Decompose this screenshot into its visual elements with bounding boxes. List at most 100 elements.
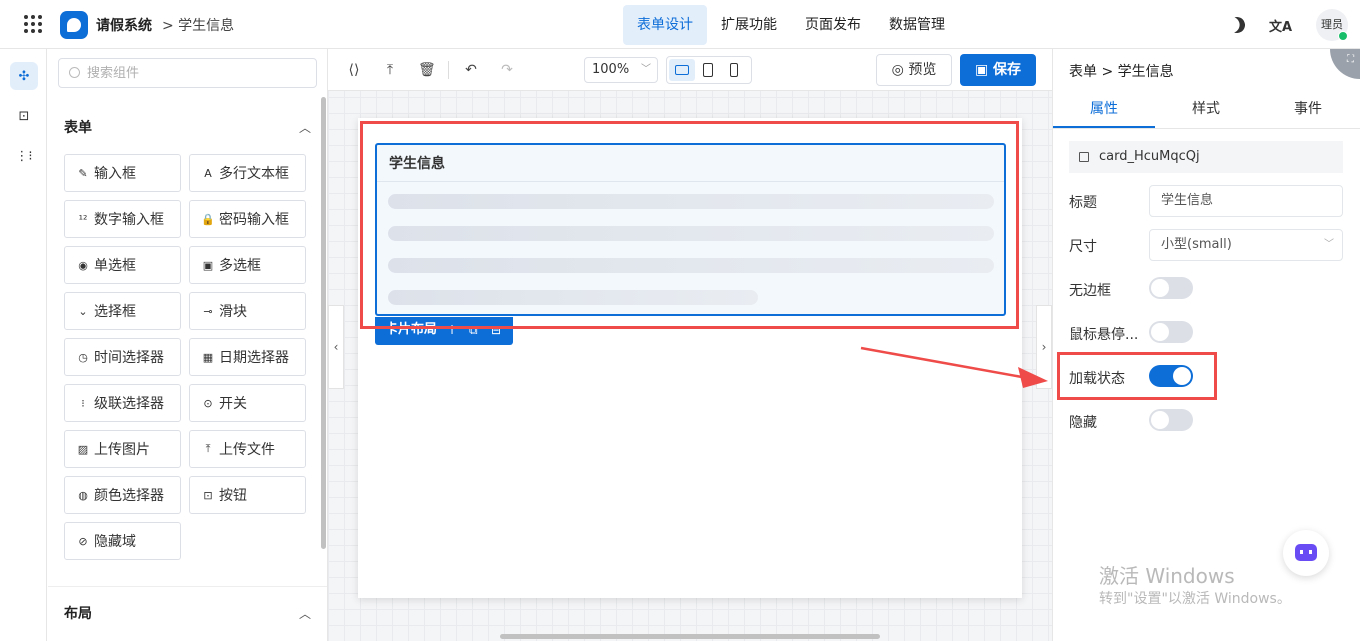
component-id-value: card_HcuMqcQj	[1099, 149, 1200, 164]
code-view-icon[interactable]: ⟨⟩	[346, 62, 362, 78]
breadcrumb[interactable]: > 学生信息	[162, 15, 234, 35]
component-item-label: 滑块	[219, 304, 247, 320]
component-item[interactable]: 🔒 密码输入框	[189, 200, 306, 238]
size-select[interactable]: 小型(small) ﹀	[1149, 229, 1343, 261]
component-item[interactable]: ⊡ 按钮	[189, 476, 306, 514]
app-name[interactable]: 请假系统	[96, 15, 152, 35]
separator	[448, 61, 449, 79]
activation-watermark-title: 激活 Windows	[1099, 564, 1235, 588]
tab-form-design[interactable]: 表单设计	[623, 5, 707, 45]
save-button[interactable]: ▣ 保存	[960, 54, 1036, 86]
component-item[interactable]: ⊸ 滑块	[189, 292, 306, 330]
no-border-switch[interactable]	[1149, 277, 1193, 299]
upload-icon: ⤒	[205, 442, 211, 455]
hidden-switch[interactable]	[1149, 409, 1193, 431]
fullscreen-icon[interactable]: ⛶	[1330, 49, 1360, 79]
component-item[interactable]: A 多行文本框	[189, 154, 306, 192]
apps-grid-icon[interactable]	[24, 15, 42, 33]
tab-properties[interactable]: 属性	[1053, 91, 1155, 128]
trash-icon[interactable]: 🗑	[418, 62, 436, 78]
component-item[interactable]: ⌄ 选择框	[64, 292, 181, 330]
title-label: 标题	[1069, 195, 1097, 211]
search-box[interactable]	[58, 58, 317, 88]
component-item-label: 日期选择器	[219, 350, 289, 366]
tab-extensions[interactable]: 扩展功能	[707, 5, 791, 45]
component-item[interactable]: ⊙ 开关	[189, 384, 306, 422]
components-icon[interactable]: ✣	[10, 62, 38, 90]
hidden-label: 隐藏	[1069, 415, 1097, 431]
preview-button[interactable]: ◎ 预览	[876, 54, 952, 86]
component-item-label: 级联选择器	[94, 396, 164, 412]
component-id: card_HcuMqcQj	[1069, 141, 1343, 173]
scrollbar[interactable]	[500, 634, 880, 639]
tab-style[interactable]: 样式	[1155, 91, 1257, 128]
code-icon[interactable]: ⊡	[10, 102, 38, 130]
save-label: 保存	[993, 62, 1022, 78]
radio-icon: ◉	[78, 258, 88, 272]
robot-icon	[1295, 544, 1317, 561]
title-field[interactable]: 学生信息	[1149, 185, 1343, 217]
desktop-icon	[675, 65, 689, 75]
search-input[interactable]	[87, 63, 307, 83]
top-right-tools: 文A 理员	[1229, 9, 1348, 41]
component-item-label: 多选框	[219, 258, 261, 274]
component-item[interactable]: ⤒ 上传文件	[189, 430, 306, 468]
preview-label: 预览	[908, 62, 937, 78]
export-icon[interactable]: ⤒	[382, 62, 398, 78]
component-item[interactable]: ▦ 日期选择器	[189, 338, 306, 376]
tab-events[interactable]: 事件	[1257, 91, 1359, 128]
component-item-label: 时间选择器	[94, 350, 164, 366]
group-form-title[interactable]: 表单	[64, 117, 92, 137]
props-breadcrumb: 表单 > 学生信息	[1069, 64, 1174, 80]
component-item[interactable]: ▣ 多选框	[189, 246, 306, 284]
tablet-device-button[interactable]	[695, 59, 721, 81]
no-border-label: 无边框	[1069, 283, 1111, 299]
chevron-up-icon[interactable]: ︿	[299, 605, 311, 622]
group-layout-title[interactable]: 布局	[64, 603, 92, 623]
component-item-label: 隐藏域	[94, 534, 136, 550]
component-item-label: 单选框	[94, 258, 136, 274]
component-item-label: 选择框	[94, 304, 136, 320]
scrollbar[interactable]	[321, 97, 326, 549]
checkbox-icon: ▣	[202, 258, 214, 272]
component-item[interactable]: ⊘ 隐藏域	[64, 522, 181, 560]
component-item[interactable]: ▨ 上传图片	[64, 430, 181, 468]
component-item-label: 数字输入框	[94, 212, 164, 228]
component-item[interactable]: ◉ 单选框	[64, 246, 181, 284]
component-item-label: 多行文本框	[219, 166, 289, 182]
component-item[interactable]: ◷ 时间选择器	[64, 338, 181, 376]
mobile-device-button[interactable]	[721, 59, 747, 81]
undo-icon[interactable]: ↶	[463, 62, 479, 78]
component-panel: 表单 ︿ ✎ 输入框 A 多行文本框 ¹² 数字输入框 🔒 密码输入框 ◉ 单选框 ▣ 多选框 ⌄ 选择框…	[48, 49, 328, 641]
component-item-label: 输入框	[94, 166, 136, 182]
left-rail: ✣ ⊡ ⋮⁝	[0, 49, 47, 641]
eye-off-icon: ⊘	[78, 534, 88, 548]
redo-icon[interactable]: ↷	[499, 62, 515, 78]
component-item[interactable]: ◍ 颜色选择器	[64, 476, 181, 514]
component-item[interactable]: ¹² 数字输入框	[64, 200, 181, 238]
properties-panel: 表单 > 学生信息 ⛶ 属性 样式 事件 card_HcuMqcQj 标题 学生…	[1052, 49, 1360, 641]
desktop-device-button[interactable]	[669, 59, 695, 81]
component-item[interactable]: ✎ 输入框	[64, 154, 181, 192]
hover-label: 鼠标悬停...	[1069, 327, 1139, 343]
dark-mode-icon[interactable]	[1227, 15, 1248, 36]
tab-publish[interactable]: 页面发布	[791, 5, 875, 45]
translate-icon[interactable]: 文A	[1269, 16, 1292, 35]
component-item-label: 颜色选择器	[94, 488, 164, 504]
collapse-right-handle[interactable]: ›	[1036, 305, 1052, 389]
tree-icon[interactable]: ⋮⁝	[10, 142, 38, 170]
component-item-label: 上传图片	[94, 442, 150, 458]
divider	[48, 586, 327, 587]
avatar[interactable]: 理员	[1316, 9, 1348, 41]
hover-switch[interactable]	[1149, 321, 1193, 343]
zoom-select[interactable]: 100% ﹀	[584, 57, 658, 83]
chevron-up-icon[interactable]: ︿	[299, 119, 311, 136]
tab-data-management[interactable]: 数据管理	[875, 5, 959, 45]
collapse-left-handle[interactable]: ‹	[328, 305, 344, 389]
top-bar: 请假系统 > 学生信息 表单设计 扩展功能 页面发布 数据管理 文A 理员	[0, 0, 1360, 49]
mobile-icon	[730, 63, 738, 77]
component-item-label: 上传文件	[219, 442, 275, 458]
component-item[interactable]: ⁝ 级联选择器	[64, 384, 181, 422]
size-value: 小型(small)	[1161, 237, 1232, 252]
chatbot-button[interactable]	[1283, 530, 1329, 576]
